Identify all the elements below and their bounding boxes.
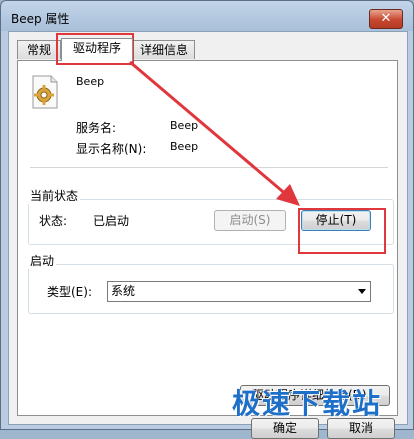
annotation-arrow xyxy=(129,60,300,206)
tab-driver[interactable]: 驱动程序 xyxy=(61,38,133,61)
watermark-text: 极速下载站 xyxy=(232,387,383,420)
watermark-logo: 极速下载站 xyxy=(232,382,382,422)
